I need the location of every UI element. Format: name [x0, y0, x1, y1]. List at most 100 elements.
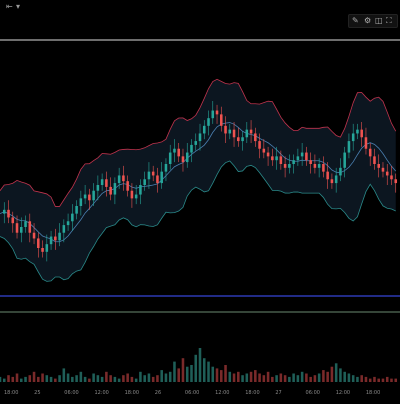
candle [143, 179, 146, 185]
pen-icon[interactable]: ✎ [352, 16, 359, 26]
candle [296, 156, 300, 161]
volume-bar [134, 378, 138, 382]
candle [134, 194, 138, 199]
candle [317, 164, 321, 168]
volume-bar [262, 375, 266, 382]
volume-bar [32, 371, 36, 382]
volume-bar [339, 368, 342, 382]
volume-bar [381, 378, 385, 382]
candle [211, 110, 215, 119]
candle [100, 179, 104, 185]
volume-bar [75, 375, 78, 382]
back-arrow-icon[interactable]: ⇤ [6, 2, 13, 11]
candle [20, 227, 23, 233]
volume-bar [202, 358, 206, 382]
x-axis-label: 06:00 [185, 390, 199, 396]
candle [394, 179, 398, 184]
candle [105, 179, 108, 187]
volume-bar [168, 371, 172, 382]
candle [117, 175, 121, 184]
volume-bar [20, 378, 23, 382]
volume-bar [185, 366, 189, 382]
candle [83, 194, 87, 199]
volume-bar [322, 370, 325, 382]
price-chart[interactable]: 18:00 25 06:00 12:00 18:00 26 06:00 12:00 18:00 2… [0, 0, 400, 400]
candle [322, 164, 325, 172]
volume-bar [258, 373, 261, 382]
volume-bar [390, 378, 393, 382]
volume-bar [190, 365, 193, 382]
candle [207, 118, 210, 126]
x-axis-label: 12:00 [94, 390, 108, 396]
candle [360, 129, 363, 138]
x-axis-label: 12:00 [215, 390, 229, 396]
volume-bar [351, 375, 355, 382]
volume-bar [334, 363, 338, 382]
volume-bar [45, 375, 49, 382]
screenshot-icon[interactable]: ◫ [375, 16, 383, 26]
volume-bar [266, 371, 270, 382]
volume-bar [54, 378, 57, 382]
volume-bar [11, 376, 15, 382]
fullscreen-icon[interactable]: ⛶ [386, 16, 392, 26]
volume-bar [377, 378, 380, 382]
candle [266, 152, 270, 157]
volume-bar [292, 373, 295, 382]
chart-area[interactable]: 18:00 25 06:00 12:00 18:00 26 06:00 12:00 18:00 2… [0, 0, 400, 400]
candle [58, 232, 61, 241]
menu-icon[interactable]: ▾ [16, 2, 20, 11]
volume-bar [173, 361, 176, 382]
x-axis-label: 06:00 [64, 390, 78, 396]
volume-bar [105, 371, 108, 382]
candle [351, 133, 355, 142]
candle [41, 248, 44, 252]
volume-bar [164, 373, 168, 382]
candle [32, 232, 36, 239]
volume-bar [198, 348, 202, 382]
candle [334, 175, 338, 184]
volume-bar [356, 376, 359, 382]
candle [347, 141, 351, 153]
candle [173, 148, 176, 153]
volume-bar [71, 376, 74, 382]
volume-bar [215, 368, 219, 382]
candle [241, 137, 244, 142]
volume-bar [364, 376, 368, 382]
candle [385, 171, 389, 176]
volume-bar [151, 376, 155, 382]
volume-bar [15, 373, 19, 382]
candle [254, 133, 257, 142]
candle [66, 221, 70, 226]
candle [309, 160, 312, 164]
volume-bar [300, 371, 304, 382]
volume-bar [220, 370, 223, 382]
candle [109, 186, 112, 195]
volume-bar [360, 375, 363, 382]
candle [79, 198, 83, 206]
volume-bar [305, 373, 308, 382]
candle [258, 141, 261, 149]
volume-bar [126, 373, 129, 382]
volume-bar [241, 375, 244, 382]
volume-bar [49, 376, 53, 382]
candle [88, 194, 91, 201]
volume-bar [309, 376, 312, 382]
volume-bar [245, 373, 249, 382]
candle [185, 152, 189, 163]
candle [202, 125, 206, 134]
candle [151, 171, 155, 176]
volume-bar [83, 376, 87, 382]
candle [168, 152, 172, 164]
candle [139, 185, 142, 195]
candle [24, 221, 27, 227]
candle [49, 236, 53, 245]
candle [343, 152, 346, 168]
volume-bar [313, 375, 317, 382]
volume-bar [279, 373, 283, 382]
candle [292, 160, 295, 164]
volume-bar [271, 376, 274, 382]
volume-bar [147, 373, 151, 382]
volume-bar [130, 376, 134, 382]
settings-icon[interactable]: ⚙ [364, 16, 371, 26]
volume-bar [326, 371, 329, 382]
